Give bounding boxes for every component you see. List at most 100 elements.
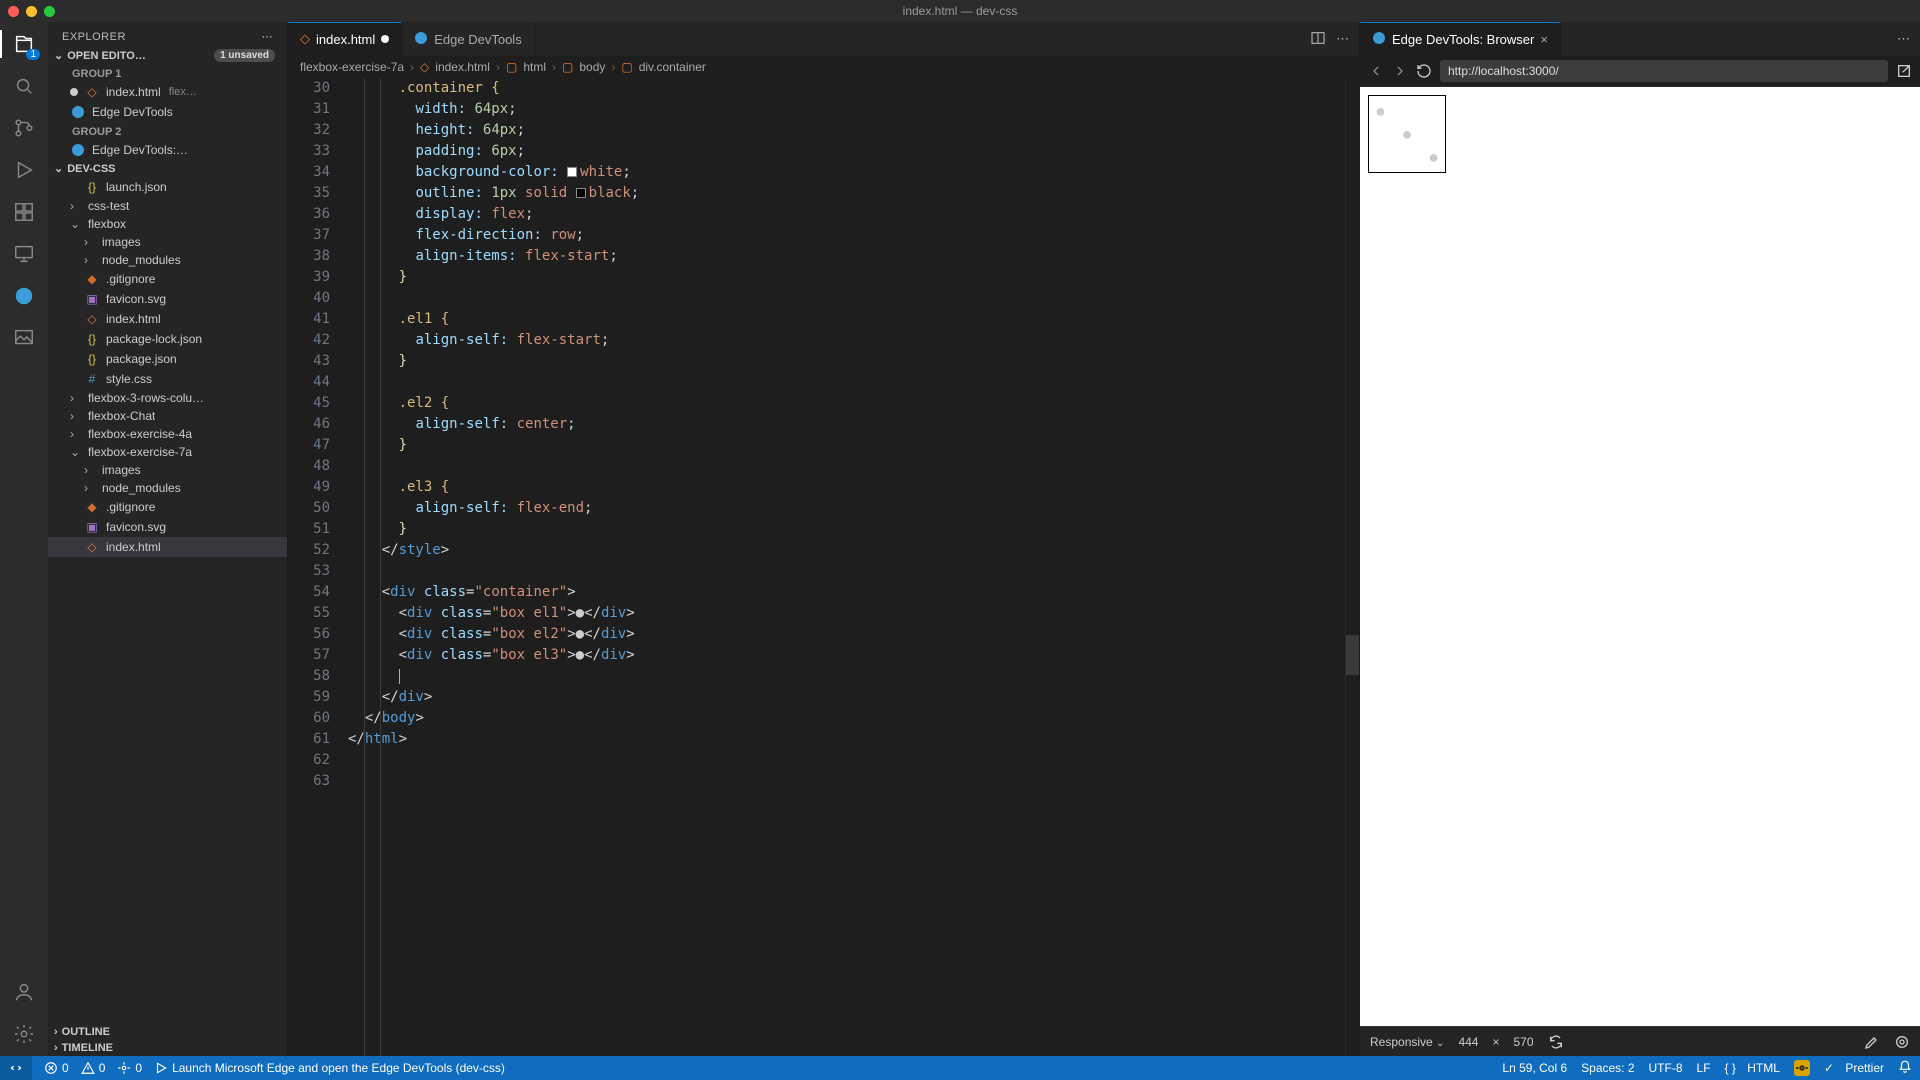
close-icon[interactable] (8, 6, 19, 17)
project-header[interactable]: ⌄ DEV-CSS (48, 160, 287, 177)
open-editors-header[interactable]: ⌄ OPEN EDITO… 1 unsaved (48, 47, 287, 64)
close-icon[interactable]: × (1540, 32, 1548, 47)
remote-explorer-icon[interactable] (10, 240, 38, 268)
folder-row[interactable]: ›node_modules (48, 251, 287, 269)
file-row[interactable]: {}package-lock.json (48, 329, 287, 349)
cursor-position[interactable]: Ln 59, Col 6 (1502, 1061, 1567, 1075)
file-row[interactable]: #style.css (48, 369, 287, 389)
file-row[interactable]: ◇index.html (48, 309, 287, 329)
encoding[interactable]: UTF-8 (1649, 1061, 1683, 1075)
extensions-icon[interactable] (10, 198, 38, 226)
file-label: package.json (106, 352, 177, 366)
file-row[interactable]: ◇index.html (48, 537, 287, 557)
notifications-icon[interactable] (1898, 1060, 1912, 1077)
code-editor[interactable]: 30 31 32 33 34 35 36 37 38 39 40 41 42 4… (288, 78, 1359, 1056)
folder-row[interactable]: ›flexbox-3-rows-colu… (48, 389, 287, 407)
live-server-icon[interactable] (1794, 1060, 1810, 1076)
browser-preview[interactable]: ● ● ● (1360, 87, 1920, 1026)
file-row[interactable]: ◆.gitignore (48, 269, 287, 289)
target-icon[interactable] (1894, 1034, 1910, 1050)
problems-errors[interactable]: 0 (44, 1061, 69, 1075)
file-label: .gitignore (106, 500, 155, 514)
swap-dimensions-icon[interactable]: × (1492, 1035, 1499, 1049)
more-icon[interactable]: ⋯ (1897, 31, 1910, 47)
back-icon[interactable] (1368, 63, 1384, 79)
open-editor-item[interactable]: Edge DevTools:… (48, 140, 287, 160)
minimap[interactable] (1345, 78, 1359, 1056)
code-content[interactable]: .container { width: 64px; height: 64px; … (340, 78, 1345, 1056)
crumb[interactable]: index.html (435, 60, 490, 74)
account-icon[interactable] (10, 978, 38, 1006)
rotate-icon[interactable] (1548, 1034, 1564, 1050)
open-editor-item[interactable]: Edge DevTools (48, 102, 287, 122)
group-2-label: GROUP 2 (48, 122, 287, 140)
indentation[interactable]: Spaces: 2 (1581, 1061, 1634, 1075)
tab-index-html[interactable]: ◇ index.html (288, 22, 402, 56)
language-mode[interactable]: { } HTML (1725, 1061, 1780, 1075)
folder-row[interactable]: ›css-test (48, 197, 287, 215)
responsive-mode[interactable]: Responsive ⌄ (1370, 1035, 1444, 1049)
file-row[interactable]: {}launch.json (48, 177, 287, 197)
modified-dot-icon (381, 35, 389, 43)
json-file-icon: {} (84, 351, 100, 367)
crumb[interactable]: body (579, 60, 605, 74)
tab-label: index.html (316, 32, 375, 47)
outline-header[interactable]: ›OUTLINE (48, 1024, 287, 1040)
file-row[interactable]: ▣favicon.svg (48, 517, 287, 537)
eol[interactable]: LF (1697, 1061, 1711, 1075)
launch-task[interactable]: Launch Microsoft Edge and open the Edge … (154, 1061, 505, 1075)
zoom-icon[interactable] (44, 6, 55, 17)
open-external-icon[interactable] (1896, 63, 1912, 79)
forward-icon[interactable] (1392, 63, 1408, 79)
tab-edge-devtools[interactable]: Edge DevTools (402, 22, 534, 56)
split-editor-icon[interactable] (1310, 30, 1326, 49)
remote-indicator[interactable] (0, 1056, 32, 1080)
settings-gear-icon[interactable] (10, 1020, 38, 1048)
address-bar[interactable]: http://localhost:3000/ (1440, 60, 1888, 82)
folder-row[interactable]: ⌄flexbox (48, 215, 287, 233)
reload-icon[interactable] (1416, 63, 1432, 79)
folder-row[interactable]: ⌄flexbox-exercise-7a (48, 443, 287, 461)
html-file-icon: ◇ (84, 311, 100, 327)
sidebar: EXPLORER ⋯ ⌄ OPEN EDITO… 1 unsaved GROUP… (48, 22, 288, 1056)
source-control-icon[interactable] (10, 114, 38, 142)
folder-row[interactable]: ›flexbox-Chat (48, 407, 287, 425)
edge-icon (70, 104, 86, 120)
edge-icon (414, 31, 428, 48)
ports[interactable]: 0 (117, 1061, 142, 1075)
minimize-icon[interactable] (26, 6, 37, 17)
tab-edge-browser[interactable]: Edge DevTools: Browser × (1360, 22, 1561, 56)
edge-tools-icon[interactable] (10, 282, 38, 310)
html-file-icon: ◇ (300, 31, 310, 47)
folder-row[interactable]: ›images (48, 461, 287, 479)
run-debug-icon[interactable] (10, 156, 38, 184)
folder-row[interactable]: ›node_modules (48, 479, 287, 497)
html-file-icon: ◇ (420, 60, 429, 74)
dot-3: ● (1428, 148, 1439, 166)
crumb[interactable]: html (523, 60, 546, 74)
activity-bar: 1 (0, 22, 48, 1056)
problems-warnings[interactable]: 0 (81, 1061, 106, 1075)
viewport-width[interactable]: 444 (1458, 1035, 1478, 1049)
image-icon[interactable] (10, 324, 38, 352)
timeline-label: TIMELINE (62, 1042, 113, 1054)
crumb[interactable]: div.container (639, 60, 706, 74)
container-box: ● ● ● (1368, 95, 1446, 173)
folder-row[interactable]: ›flexbox-exercise-4a (48, 425, 287, 443)
open-editor-item[interactable]: ◇ index.html flex… (48, 82, 287, 102)
more-icon[interactable]: ⋯ (1336, 31, 1349, 47)
crumb[interactable]: flexbox-exercise-7a (300, 60, 404, 74)
file-row[interactable]: ◆.gitignore (48, 497, 287, 517)
search-icon[interactable] (10, 72, 38, 100)
timeline-header[interactable]: ›TIMELINE (48, 1040, 287, 1056)
more-icon[interactable]: ⋯ (262, 30, 274, 43)
folder-label: node_modules (102, 481, 181, 495)
viewport-height[interactable]: 570 (1513, 1035, 1533, 1049)
edit-icon[interactable] (1864, 1034, 1880, 1050)
file-row[interactable]: {} package.json (48, 349, 287, 369)
folder-row[interactable]: ›images (48, 233, 287, 251)
prettier-status[interactable]: ✓ Prettier (1824, 1061, 1884, 1075)
explorer-icon[interactable]: 1 (10, 30, 38, 58)
file-row[interactable]: ▣favicon.svg (48, 289, 287, 309)
breadcrumb[interactable]: flexbox-exercise-7a› ◇index.html› ▢html›… (288, 56, 1359, 78)
